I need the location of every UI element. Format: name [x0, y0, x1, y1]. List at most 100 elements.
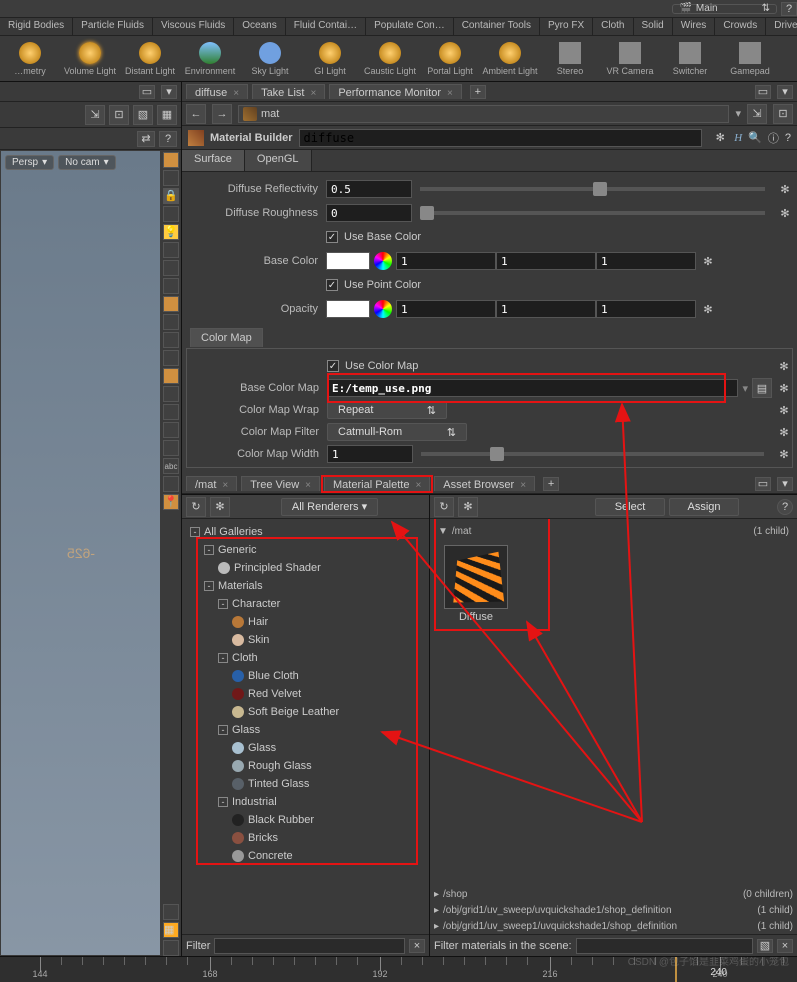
plus-icon[interactable]: +	[470, 85, 486, 99]
search-icon[interactable]: 🔍	[748, 131, 762, 144]
ref-row[interactable]: ▸/obj/grid1/uv_sweep1/uvquickshade1/shop…	[430, 918, 797, 934]
tool-icon[interactable]: abc	[163, 458, 179, 474]
shelf-button[interactable]: Sky Light	[240, 36, 300, 81]
shelf-tab[interactable]: Cloth	[593, 18, 633, 35]
close-icon[interactable]: ×	[447, 88, 453, 99]
menu-icon[interactable]: ▾	[161, 85, 177, 99]
ref-row[interactable]: ▸/obj/grid1/uv_sweep/uvquickshade1/shop_…	[430, 902, 797, 918]
use-color-map-checkbox[interactable]: ✓	[327, 360, 339, 372]
shelf-tab[interactable]: Wires	[673, 18, 716, 35]
shelf-button[interactable]: Gamepad	[720, 36, 780, 81]
tree-item[interactable]: Bricks	[186, 829, 425, 847]
tree-item[interactable]: -Cloth	[186, 649, 425, 667]
tree-item[interactable]: Tinted Glass	[186, 775, 425, 793]
gear-icon[interactable]: ✻	[712, 130, 728, 146]
shelf-button[interactable]: Switcher	[660, 36, 720, 81]
shelf-tab[interactable]: Rigid Bodies	[0, 18, 73, 35]
tool-icon[interactable]	[163, 314, 179, 330]
tool-icon[interactable]	[163, 206, 179, 222]
expander-icon[interactable]: -	[218, 599, 228, 609]
tree-item[interactable]: -Industrial	[186, 793, 425, 811]
diffuse-roughness-input[interactable]	[326, 204, 412, 222]
tree-item[interactable]: Soft Beige Leather	[186, 703, 425, 721]
tab-asset-browser[interactable]: Asset Browser×	[434, 476, 535, 491]
refresh-icon[interactable]: ↻	[434, 497, 454, 517]
tree-icon[interactable]: ⇄	[137, 131, 155, 147]
tree-item[interactable]: Rough Glass	[186, 757, 425, 775]
diffuse-reflectivity-input[interactable]	[326, 180, 412, 198]
cube-icon[interactable]: ▧	[757, 939, 773, 953]
close-icon[interactable]: ×	[310, 88, 316, 99]
link-icon[interactable]: ⊡	[109, 105, 129, 125]
maximize-icon[interactable]: ▭	[755, 477, 771, 491]
renderers-dropdown[interactable]: All Renderers ▾	[281, 498, 378, 516]
tool-icon[interactable]	[163, 386, 179, 402]
color-wheel-icon[interactable]	[374, 300, 392, 318]
shelf-tab[interactable]: Crowds	[715, 18, 766, 35]
tool-icon[interactable]	[163, 404, 179, 420]
expander-icon[interactable]: -	[218, 797, 228, 807]
nav-back-icon[interactable]: ←	[186, 104, 206, 124]
nav-forward-icon[interactable]: →	[212, 104, 232, 124]
shelf-button[interactable]: Ambient Light	[480, 36, 540, 81]
expander-icon[interactable]: -	[190, 527, 200, 537]
box2-icon[interactable]: ▦	[157, 105, 177, 125]
shelf-button[interactable]: Distant Light	[120, 36, 180, 81]
color-r-input[interactable]	[396, 252, 496, 270]
tool-icon[interactable]	[163, 152, 179, 168]
slider[interactable]: .params .pr:last-child .slider::after{le…	[421, 452, 764, 456]
tool-icon[interactable]	[163, 940, 179, 956]
tree-item[interactable]: Red Velvet	[186, 685, 425, 703]
box-icon[interactable]: ▧	[133, 105, 153, 125]
material-thumbnail[interactable]	[444, 545, 508, 609]
color-map-section-tab[interactable]: Color Map	[190, 328, 263, 347]
tree-item[interactable]: Black Rubber	[186, 811, 425, 829]
tool-icon[interactable]	[163, 242, 179, 258]
ref-row[interactable]: ▸/shop(0 children)	[430, 886, 797, 902]
shelf-button[interactable]: Stereo	[540, 36, 600, 81]
shelf-button[interactable]: GI Light	[300, 36, 360, 81]
tab-perfmon[interactable]: Performance Monitor×	[329, 84, 462, 99]
color-g-input[interactable]	[496, 252, 596, 270]
menu-icon[interactable]: ▾	[777, 85, 793, 99]
filter-input[interactable]	[214, 938, 405, 954]
find-icon[interactable]: ⊡	[773, 104, 793, 124]
gear-icon[interactable]: ✻	[210, 497, 230, 517]
help-icon[interactable]: ?	[785, 132, 791, 144]
tree-item[interactable]: -Generic	[186, 541, 425, 559]
shelf-tab[interactable]: Oceans	[234, 18, 285, 35]
shelf-tab[interactable]: Drive Simula…	[766, 18, 797, 35]
color-map-width-input[interactable]	[327, 445, 413, 463]
use-point-color-checkbox[interactable]: ✓	[326, 279, 338, 291]
slider[interactable]: .params .pr:nth-child(2) .slider::after{…	[420, 211, 765, 215]
color-map-wrap-dropdown[interactable]: Repeat⇅	[327, 401, 447, 419]
shelf-button[interactable]: Portal Light	[420, 36, 480, 81]
expander-icon[interactable]: -	[218, 653, 228, 663]
base-color-map-input[interactable]	[327, 379, 738, 397]
tool-icon[interactable]	[163, 278, 179, 294]
tree-item[interactable]: Blue Cloth	[186, 667, 425, 685]
tool-icon[interactable]	[163, 350, 179, 366]
menu-icon[interactable]: ▾	[777, 477, 793, 491]
gear-icon[interactable]: ✻	[776, 358, 792, 374]
gear-icon[interactable]: ✻	[777, 205, 793, 221]
info-icon[interactable]: ⓘ	[768, 130, 779, 146]
base-color-swatch[interactable]	[326, 252, 370, 270]
shelf-button[interactable]: VR Camera	[600, 36, 660, 81]
tool-icon[interactable]	[163, 368, 179, 384]
tab-treeview[interactable]: Tree View×	[241, 476, 320, 491]
opacity-g-input[interactable]	[496, 300, 596, 318]
shelf-tab[interactable]: Solid	[634, 18, 673, 35]
expander-icon[interactable]: -	[218, 725, 228, 735]
tool-icon[interactable]: 📍	[163, 494, 179, 510]
palette-tree[interactable]: -All Galleries-GenericPrincipled Shader-…	[182, 519, 429, 934]
gear-icon[interactable]: ✻	[777, 181, 793, 197]
shelf-tab[interactable]: Viscous Fluids	[153, 18, 234, 35]
mat-root-row[interactable]: ▼/mat(1 child)	[434, 523, 793, 539]
tab-takelist[interactable]: Take List×	[252, 84, 325, 99]
path-field[interactable]: mat	[238, 105, 729, 123]
shelf-set-dropdown[interactable]: 🎬 Main ⇅	[672, 4, 777, 14]
shelf-tab[interactable]: Particle Fluids	[73, 18, 153, 35]
pin-icon[interactable]: ⇲	[747, 104, 767, 124]
timeline[interactable]: 144168192216240 240 CSDN @包子馅是韭菜鸡蛋的小笼包	[0, 956, 797, 982]
